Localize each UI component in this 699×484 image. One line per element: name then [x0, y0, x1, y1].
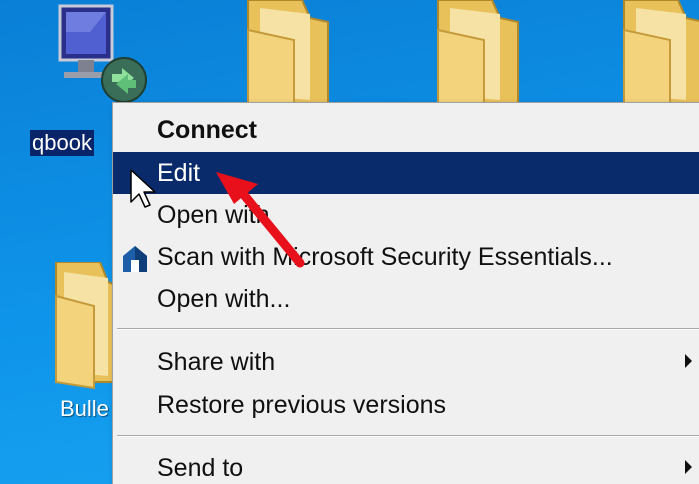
menu-separator — [117, 328, 699, 330]
folder-icon[interactable] — [430, 0, 525, 110]
menu-item-label: Open with — [157, 201, 270, 229]
menu-item-edit[interactable]: Edit — [113, 152, 699, 194]
menu-item-open-with[interactable]: Open with — [113, 194, 699, 236]
folder-icon[interactable] — [240, 0, 335, 110]
folder-icon[interactable] — [50, 262, 120, 390]
desktop: qbook Bulle Connect Edit Open with Scan … — [0, 0, 699, 484]
submenu-arrow-icon — [685, 460, 692, 474]
menu-item-label: Restore previous versions — [157, 391, 447, 419]
menu-item-label: Connect — [157, 116, 257, 144]
security-essentials-icon — [123, 246, 147, 272]
menu-item-label: Share with — [157, 348, 276, 376]
menu-item-connect[interactable]: Connect — [113, 109, 699, 151]
menu-item-restore-previous-versions[interactable]: Restore previous versions — [113, 384, 699, 426]
menu-item-label: Open with... — [157, 285, 291, 313]
desktop-icon-label-qbook[interactable]: qbook — [30, 130, 94, 156]
menu-separator — [117, 435, 699, 437]
submenu-arrow-icon — [685, 354, 692, 368]
menu-item-label: Edit — [157, 159, 201, 187]
desktop-icon-label-folder[interactable]: Bulle — [60, 396, 109, 422]
folder-icon[interactable] — [616, 0, 699, 110]
menu-item-share-with[interactable]: Share with — [113, 341, 699, 383]
menu-item-open-with-ellipsis[interactable]: Open with... — [113, 278, 699, 320]
menu-item-label: Scan with Microsoft Security Essentials.… — [157, 243, 613, 271]
menu-item-label: Send to — [157, 454, 244, 482]
context-menu: Connect Edit Open with Scan with Microso… — [112, 102, 699, 484]
menu-item-scan-security-essentials[interactable]: Scan with Microsoft Security Essentials.… — [113, 236, 699, 278]
menu-item-send-to[interactable]: Send to — [113, 447, 699, 484]
remote-desktop-icon[interactable] — [50, 4, 165, 112]
